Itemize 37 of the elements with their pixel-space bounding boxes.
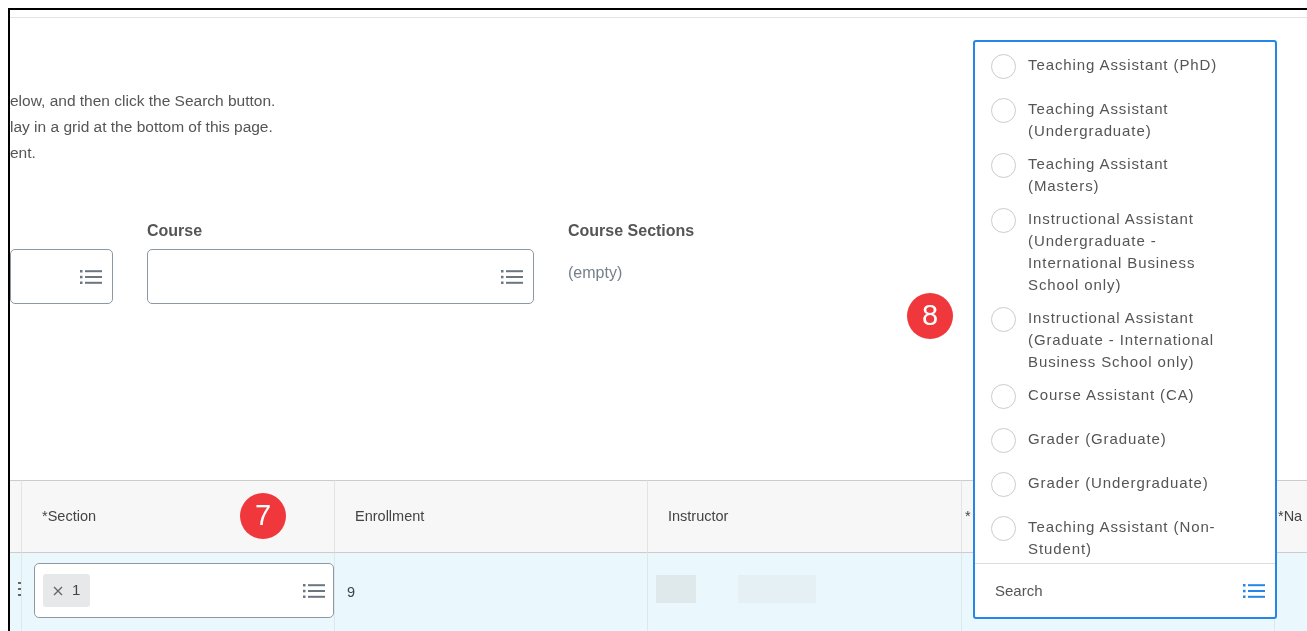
column-header: Enrollment [335,480,648,553]
option-label[interactable]: Teaching Assistant (Undergraduate) [1028,97,1233,142]
column-header: Instructor [648,480,962,553]
instruction-text: elow, and then click the Search button. [10,91,276,111]
table-cell: 9 [335,553,648,631]
field-value: (empty) [568,264,623,281]
instruction-text: ent. [10,143,36,163]
radio-button[interactable] [991,515,1016,541]
field-label: Course Sections [568,222,695,239]
prompt-field[interactable] [147,249,534,304]
radio-button[interactable] [991,97,1016,123]
option-label[interactable]: Teaching Assistant (PhD) [1028,53,1233,87]
radio-button[interactable] [991,383,1016,409]
option-label[interactable]: Teaching Assistant (Masters) [1028,152,1233,197]
field-label: Course [147,222,203,239]
selected-tag[interactable]: 1 [43,574,91,607]
radio-button[interactable] [991,427,1016,453]
callout-badge: 8 [907,293,953,339]
option-label[interactable]: Instructional Assistant (Graduate - International Business School only) [1028,306,1233,373]
option-label[interactable]: Grader (Graduate) [1028,427,1233,461]
radio-button[interactable] [991,471,1016,497]
prompt-field[interactable] [10,249,113,304]
list-icon[interactable] [80,268,102,285]
radio-button[interactable] [991,207,1016,233]
column-header: *Na [1275,480,1307,553]
option-label[interactable]: Instructional Assistant (Undergraduate - International Business School only) [1028,207,1233,296]
instruction-text: lay in a grid at the bottom of this page. [10,117,273,137]
list-icon[interactable] [303,582,325,599]
section-field[interactable]: 1 [34,563,334,618]
radio-button[interactable] [991,306,1016,332]
option-label[interactable]: Course Assistant (CA) [1028,383,1233,417]
radio-button[interactable] [991,53,1016,79]
remove-icon[interactable] [53,586,63,597]
list-icon[interactable] [1243,582,1265,599]
radio-button[interactable] [991,152,1016,178]
drag-handle-icon[interactable] [18,581,22,597]
list-icon[interactable] [501,268,523,285]
